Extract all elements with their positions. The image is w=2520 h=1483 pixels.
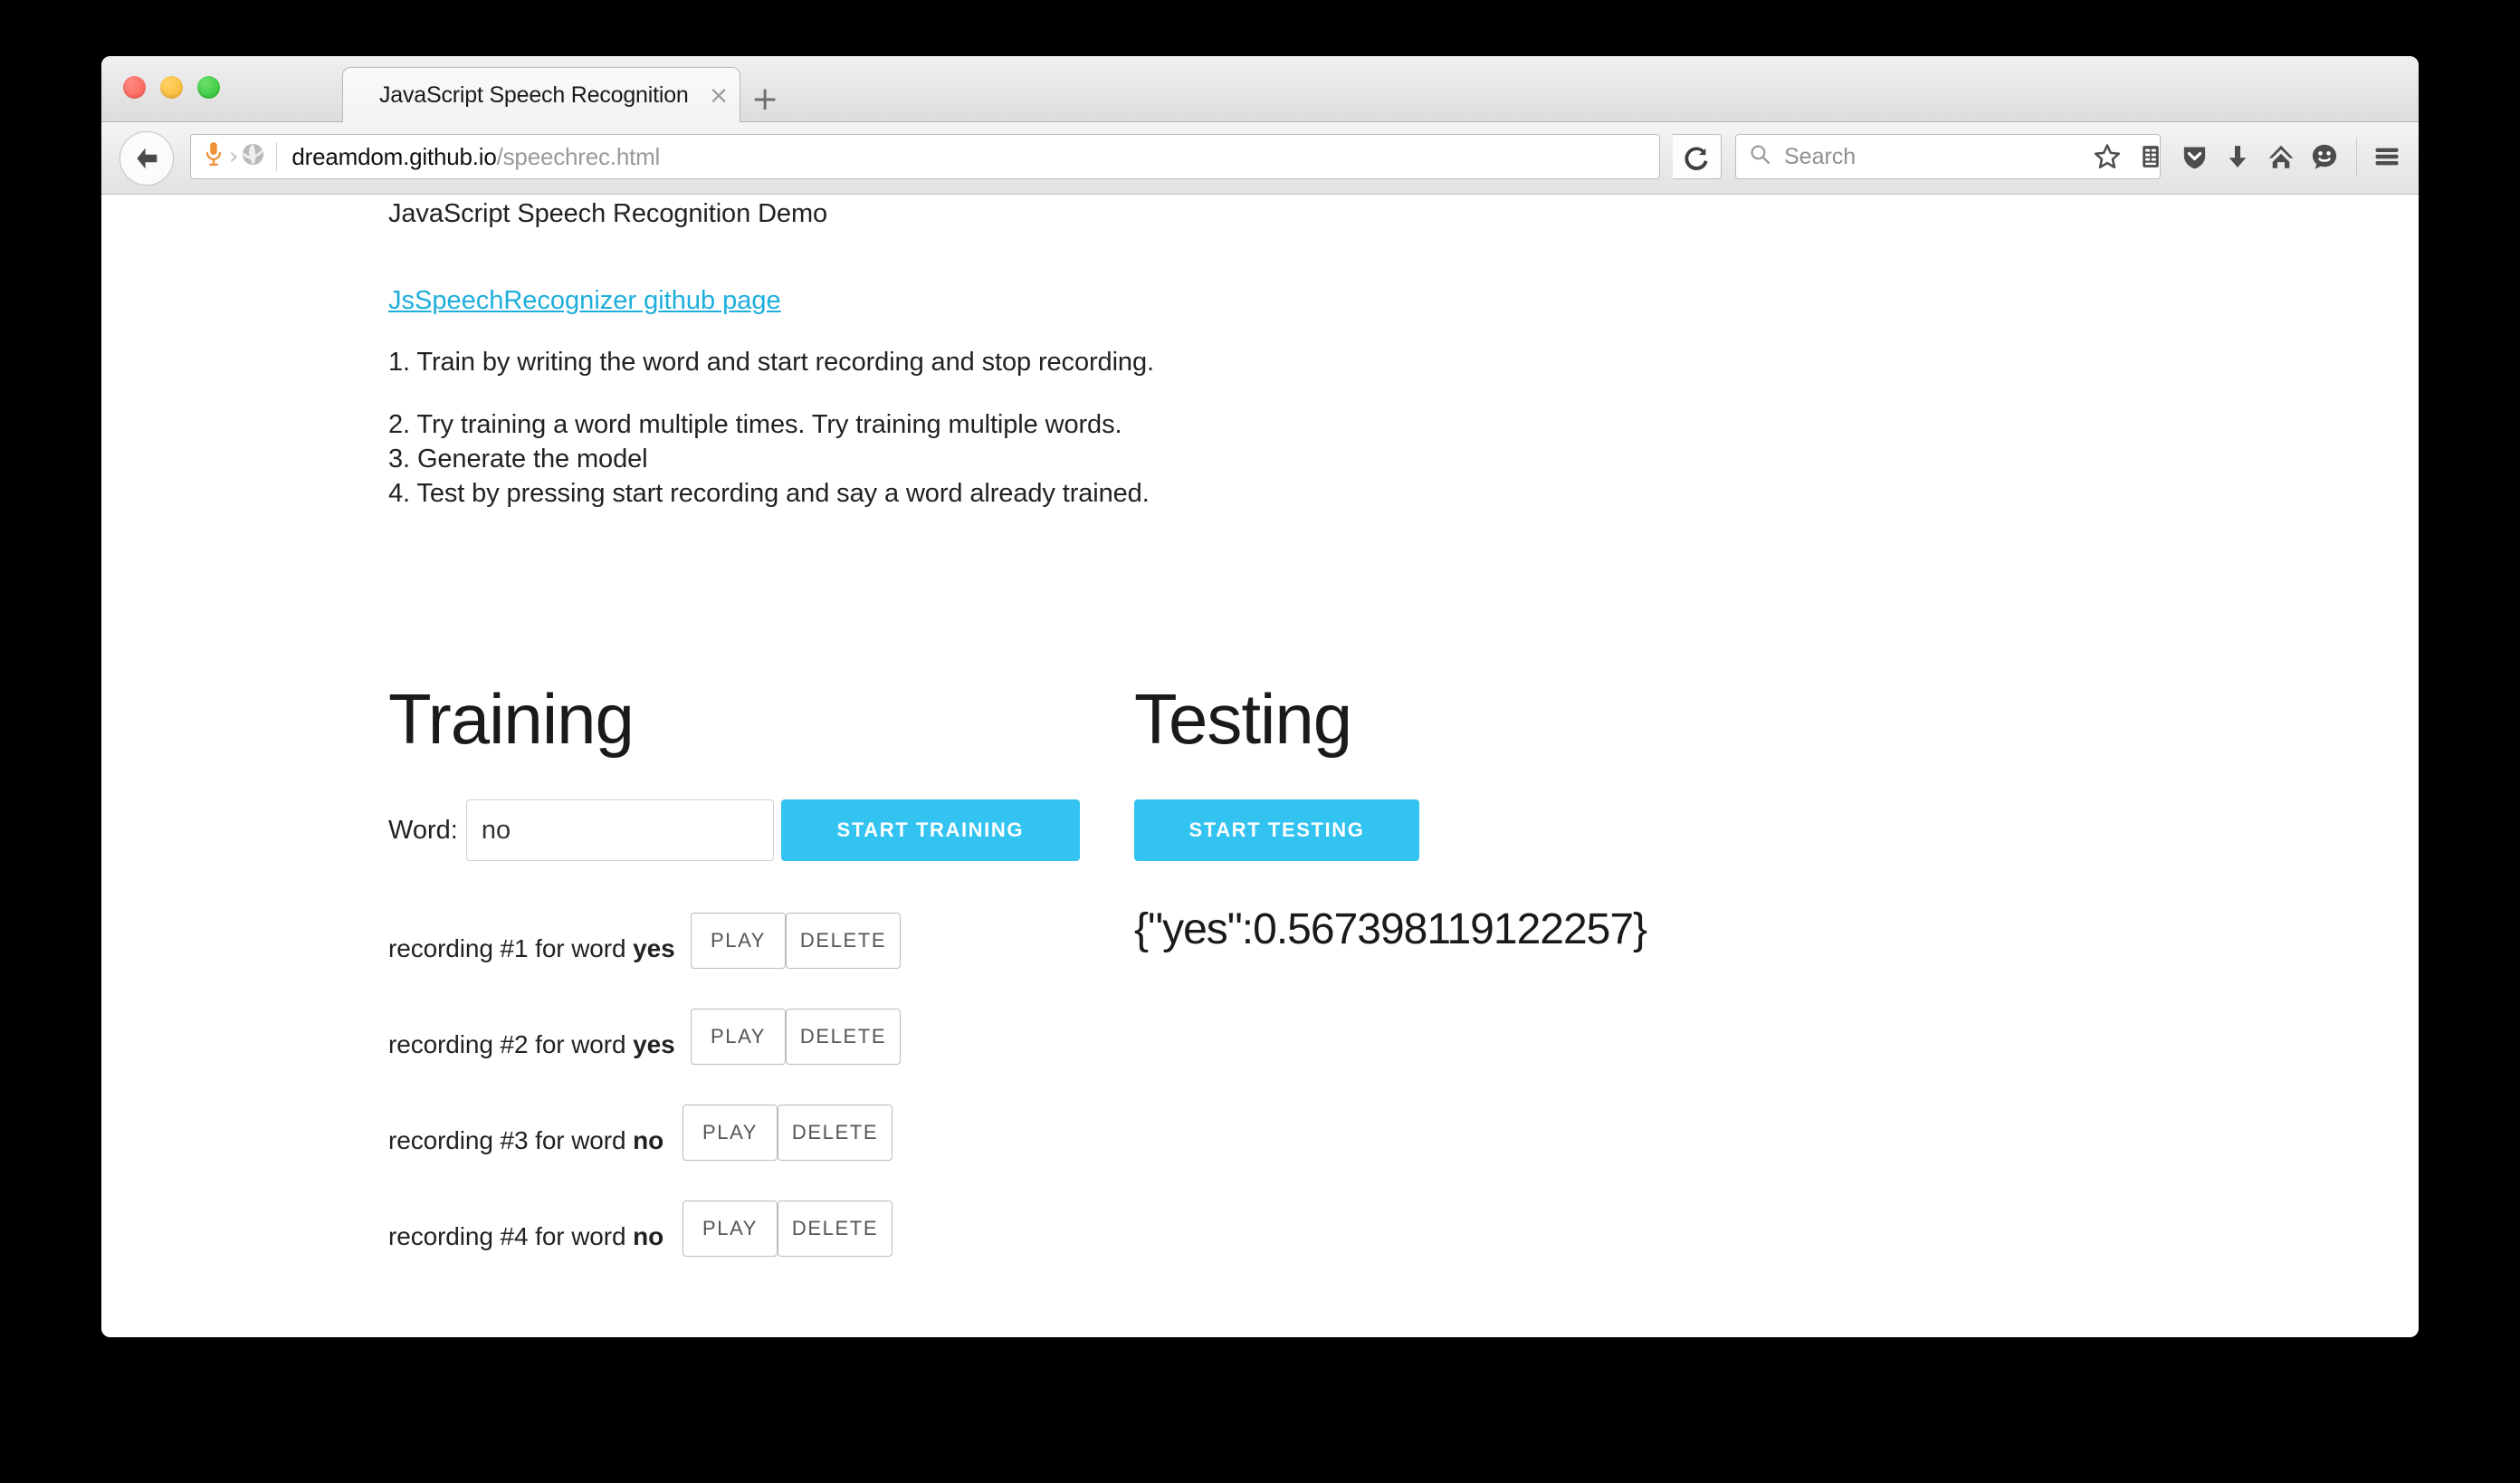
navigation-toolbar: › dreamdom.github.io/speechrec.html	[101, 122, 2419, 195]
minimize-window-button[interactable]	[160, 76, 183, 99]
url-path: /speechrec.html	[496, 142, 661, 170]
url-identity-box[interactable]: ›	[191, 141, 276, 173]
recording-prefix: recording #2 for word	[388, 1030, 634, 1058]
pocket-shield-icon[interactable]	[2172, 135, 2216, 178]
page-viewport: JavaScript Speech Recognition Demo JsSpe…	[101, 195, 2419, 1337]
recording-row: recording #3 for word no PLAY DELETE	[388, 1092, 1080, 1188]
recording-label: recording #2 for word yes	[388, 1030, 675, 1059]
browser-window: JavaScript Speech Recognition × + › drea…	[101, 56, 2419, 1337]
instruction-step-1: 1. Train by writing the word and start r…	[388, 348, 1154, 377]
toolbar-icon-group	[2086, 135, 2346, 178]
recording-word: no	[633, 1126, 664, 1154]
url-bar[interactable]: › dreamdom.github.io/speechrec.html	[190, 134, 1660, 179]
reload-icon	[1684, 147, 1707, 170]
recording-buttons: PLAY DELETE	[691, 1009, 901, 1065]
delete-button[interactable]: DELETE	[778, 1201, 892, 1257]
recording-row: recording #1 for word yes PLAY DELETE	[388, 900, 1080, 996]
back-arrow-icon	[137, 148, 158, 169]
globe-icon[interactable]	[241, 142, 265, 171]
training-section: Training Word: START TRAINING recording …	[388, 684, 1080, 1284]
reload-button[interactable]	[1673, 134, 1722, 179]
start-testing-button[interactable]: START TESTING	[1134, 799, 1419, 861]
download-arrow-icon[interactable]	[2216, 135, 2259, 178]
hamburger-menu-icon[interactable]	[2364, 135, 2410, 178]
window-traffic-lights	[123, 76, 220, 99]
tab-strip: JavaScript Speech Recognition × +	[101, 56, 2419, 122]
tab-title: JavaScript Speech Recognition	[379, 81, 689, 108]
chevron-right-icon: ›	[229, 143, 239, 170]
recording-buttons: PLAY DELETE	[691, 913, 901, 969]
recording-list: recording #1 for word yes PLAY DELETE re…	[388, 900, 1080, 1284]
url-host: dreamdom.github.io	[291, 142, 497, 170]
test-result-output: {"yes":0.567398119122257}	[1134, 905, 1647, 953]
microphone-icon[interactable]	[202, 141, 225, 173]
recording-word: yes	[633, 1030, 675, 1058]
recording-label: recording #3 for word no	[388, 1126, 663, 1155]
recording-prefix: recording #1 for word	[388, 934, 634, 962]
word-label: Word:	[388, 815, 458, 845]
url-text: dreamdom.github.io/speechrec.html	[291, 143, 660, 171]
back-button[interactable]	[119, 131, 174, 186]
toolbar-divider	[2356, 139, 2357, 177]
play-button[interactable]: PLAY	[691, 913, 786, 969]
instruction-step-3: 3. Generate the model	[388, 445, 648, 474]
play-button[interactable]: PLAY	[682, 1201, 778, 1257]
recording-word: yes	[633, 934, 675, 962]
close-icon[interactable]: ×	[698, 83, 740, 108]
recording-label: recording #4 for word no	[388, 1222, 663, 1251]
delete-button[interactable]: DELETE	[786, 913, 901, 969]
tab-javascript-speech-recognition[interactable]: JavaScript Speech Recognition ×	[342, 67, 740, 122]
close-window-button[interactable]	[123, 76, 146, 99]
library-icon[interactable]	[2129, 135, 2172, 178]
instruction-step-2: 2. Try training a word multiple times. T…	[388, 410, 1122, 439]
recording-buttons: PLAY DELETE	[682, 1105, 892, 1161]
word-input-row: Word: START TRAINING	[388, 799, 1080, 861]
delete-button[interactable]: DELETE	[786, 1009, 901, 1065]
home-icon[interactable]	[2259, 135, 2303, 178]
delete-button[interactable]: DELETE	[778, 1105, 892, 1161]
smiley-face-icon[interactable]	[2303, 135, 2346, 178]
search-input[interactable]	[1782, 142, 2130, 171]
instruction-step-4: 4. Test by pressing start recording and …	[388, 479, 1150, 508]
url-divider	[276, 142, 278, 171]
recording-prefix: recording #4 for word	[388, 1222, 634, 1250]
testing-heading: Testing	[1134, 679, 1352, 759]
github-page-link[interactable]: JsSpeechRecognizer github page	[388, 286, 781, 316]
page-title: JavaScript Speech Recognition Demo	[388, 199, 828, 228]
start-training-button[interactable]: START TRAINING	[780, 799, 1080, 861]
play-button[interactable]: PLAY	[691, 1009, 786, 1065]
testing-section: Testing START TESTING {"yes":0.567398119…	[1134, 684, 1647, 954]
maximize-window-button[interactable]	[197, 76, 220, 99]
recording-buttons: PLAY DELETE	[682, 1201, 892, 1257]
recording-row: recording #2 for word yes PLAY DELETE	[388, 996, 1080, 1092]
recording-label: recording #1 for word yes	[388, 934, 675, 963]
star-icon[interactable]	[2086, 135, 2129, 178]
search-icon	[1749, 143, 1771, 170]
recording-row: recording #4 for word no PLAY DELETE	[388, 1188, 1080, 1284]
new-tab-icon[interactable]: +	[751, 83, 778, 116]
word-input[interactable]	[465, 799, 774, 861]
recording-word: no	[633, 1222, 664, 1250]
training-heading: Training	[388, 679, 635, 759]
recording-prefix: recording #3 for word	[388, 1126, 634, 1154]
play-button[interactable]: PLAY	[682, 1105, 778, 1161]
